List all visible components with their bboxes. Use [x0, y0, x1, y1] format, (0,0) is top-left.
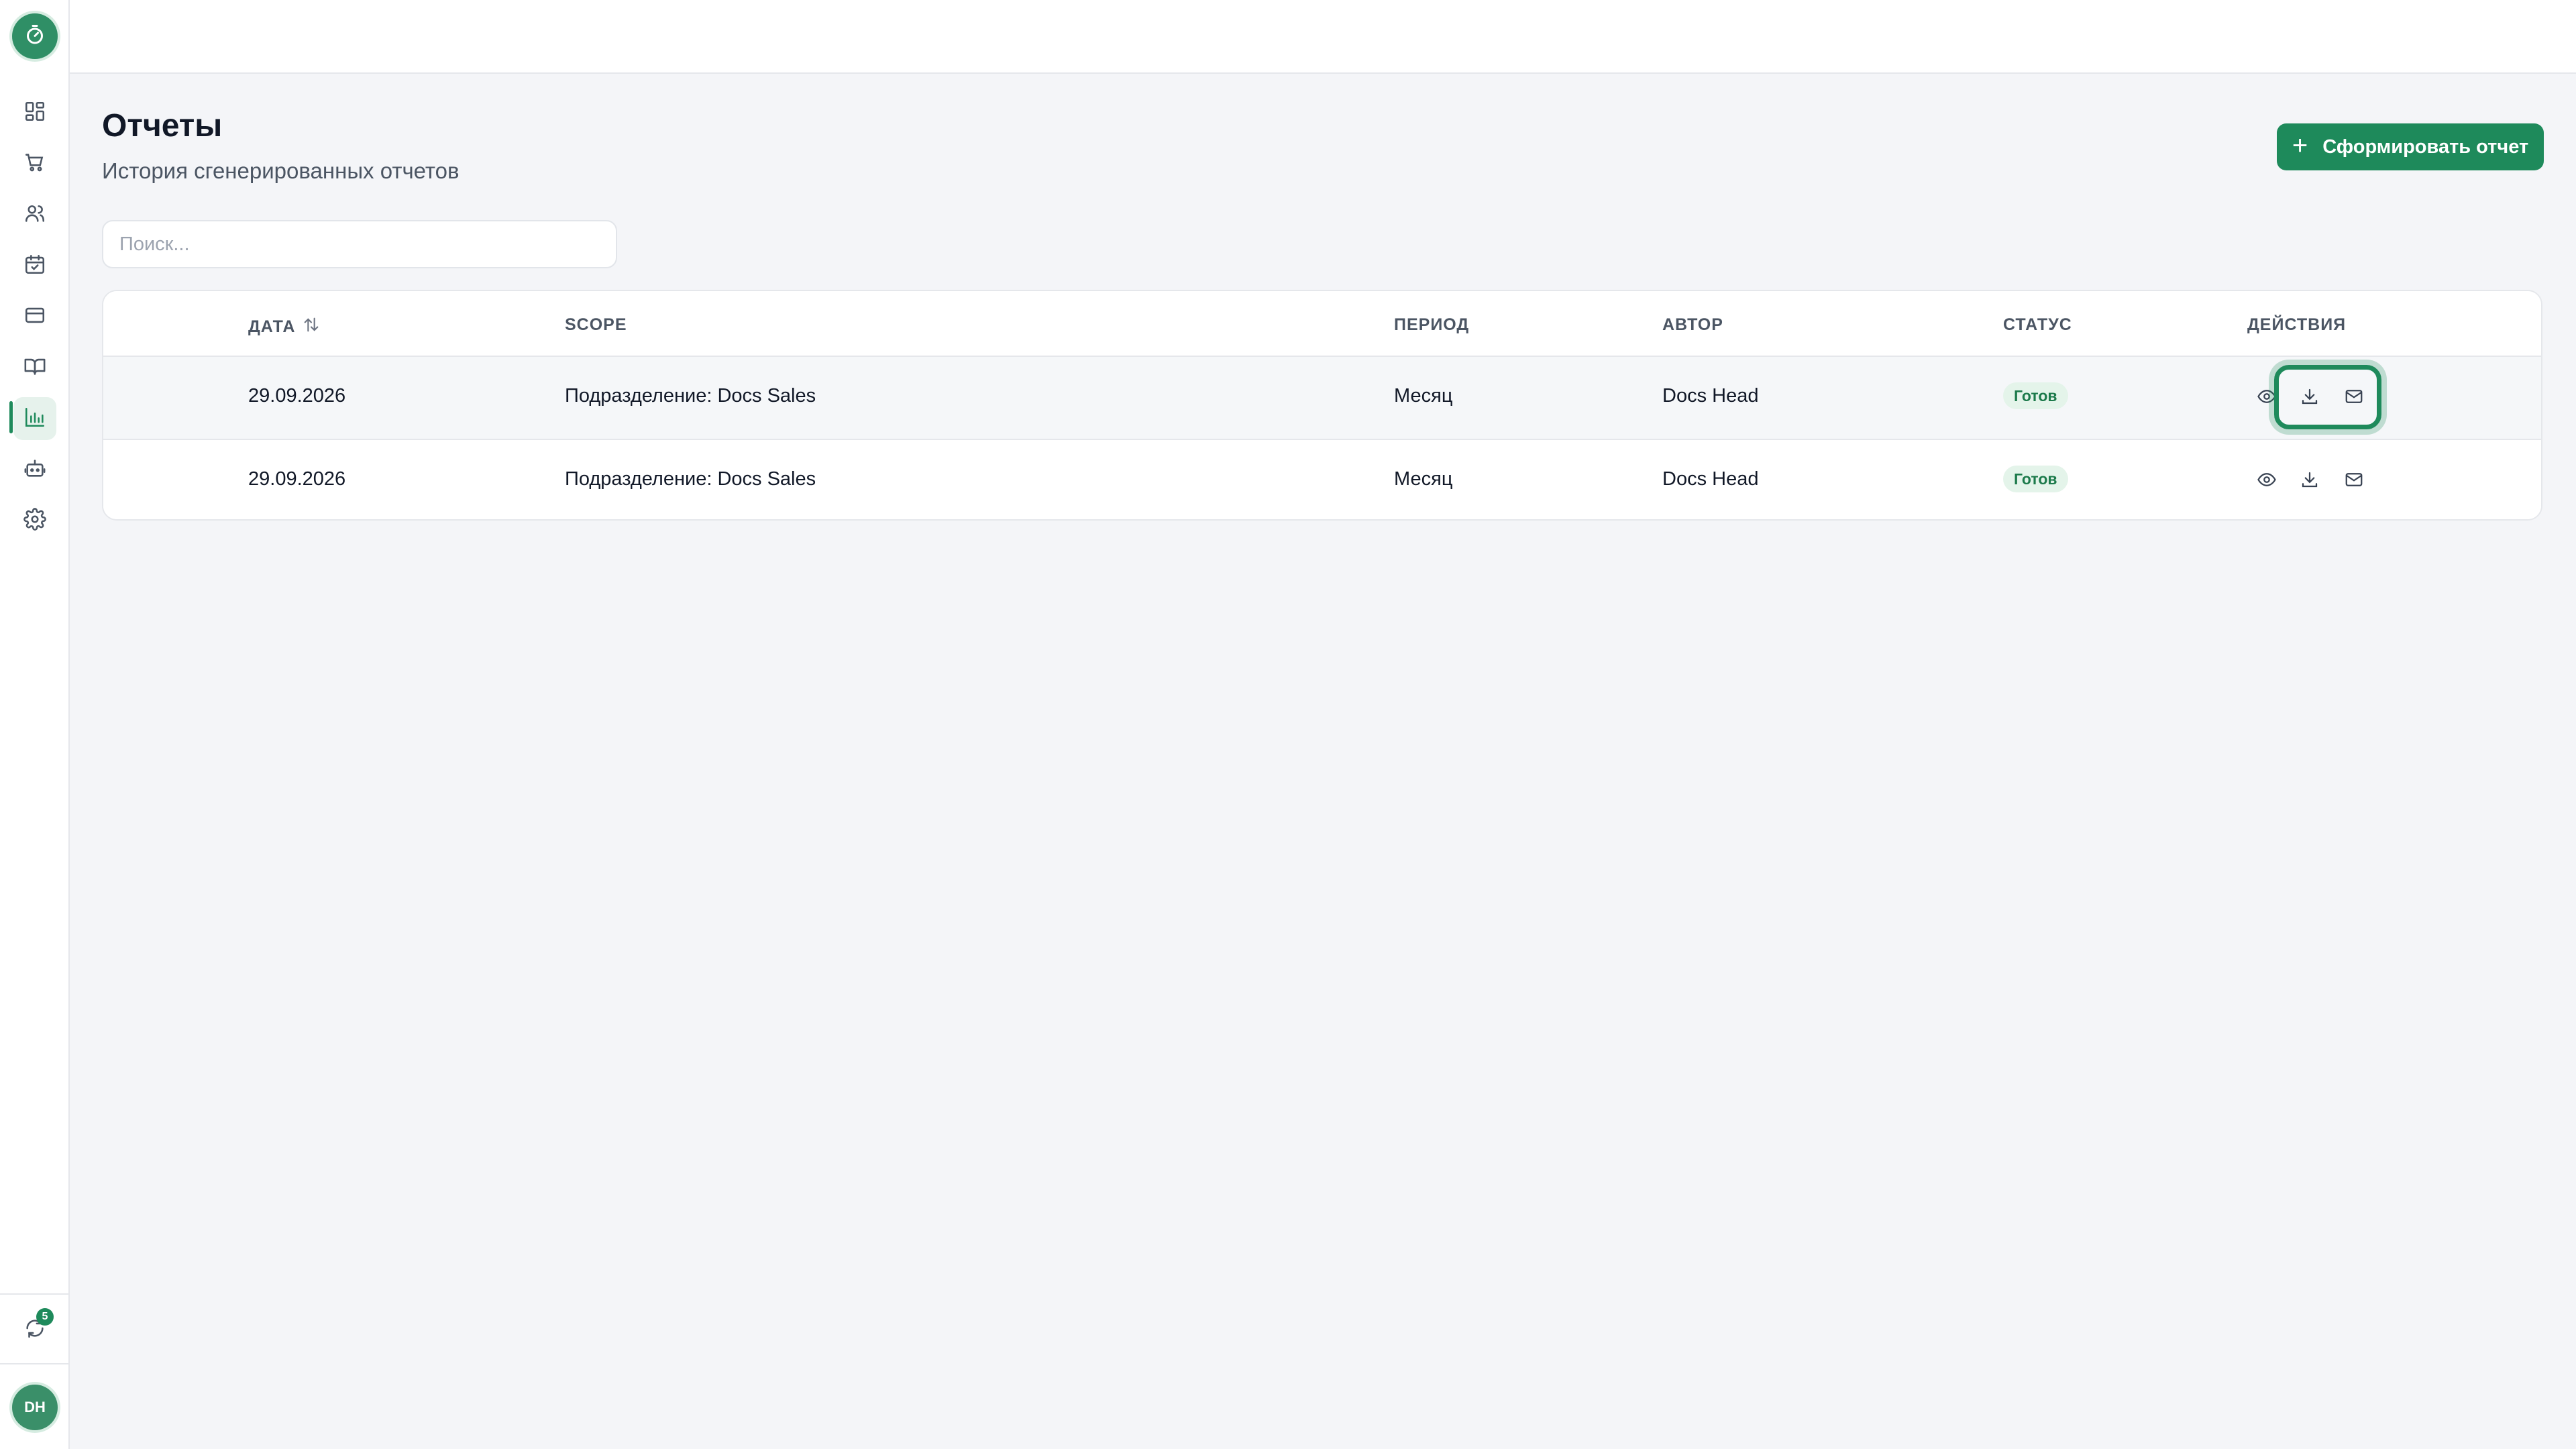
cell-period: Месяц	[1394, 385, 1453, 407]
download-icon	[2300, 386, 2320, 410]
status-badge: Готов	[2003, 382, 2068, 409]
sidebar: 5 DH	[0, 0, 70, 1449]
sidebar-divider	[0, 1293, 70, 1295]
column-header-actions: ДЕЙСТВИЯ	[2247, 315, 2347, 334]
search-input[interactable]	[102, 220, 617, 268]
table-row[interactable]: 29.09.2026 Подразделение: Docs Sales Мес…	[103, 440, 2541, 519]
column-header-author: АВТОР	[1662, 315, 1723, 334]
sidebar-item-users[interactable]	[13, 193, 56, 236]
app-logo[interactable]	[12, 13, 58, 59]
download-icon	[2300, 470, 2320, 493]
status-badge: Готов	[2003, 466, 2068, 492]
download-button[interactable]	[2294, 466, 2325, 496]
view-button[interactable]	[2251, 466, 2282, 496]
email-button[interactable]	[2339, 466, 2369, 496]
cell-scope: Подразделение: Docs Sales	[565, 468, 816, 490]
mail-icon	[2344, 386, 2364, 410]
cell-date: 29.09.2026	[248, 385, 346, 407]
sync-button[interactable]: 5	[13, 1308, 56, 1351]
cart-icon	[23, 151, 46, 177]
user-avatar[interactable]: DH	[12, 1385, 58, 1430]
bar-chart-icon	[23, 406, 46, 432]
view-button[interactable]	[2251, 382, 2282, 413]
reports-table: ДАТА SCOPE ПЕРИОД АВТОР СТАТУС ДЕЙСТВИЯ …	[102, 290, 2542, 521]
column-header-date[interactable]: ДАТА	[248, 315, 321, 339]
sidebar-item-reports[interactable]	[13, 397, 56, 440]
robot-icon	[23, 457, 46, 483]
eye-icon	[2257, 470, 2277, 493]
dashboard-icon	[23, 100, 46, 126]
page-title: Отчеты	[102, 108, 223, 144]
cell-period: Месяц	[1394, 468, 1453, 490]
book-icon	[23, 355, 46, 381]
table-header: ДАТА SCOPE ПЕРИОД АВТОР СТАТУС ДЕЙСТВИЯ	[103, 291, 2541, 357]
sidebar-divider	[0, 1363, 70, 1364]
column-header-scope: SCOPE	[565, 315, 627, 334]
gear-icon	[23, 507, 46, 534]
sidebar-item-dashboard[interactable]	[13, 91, 56, 134]
active-indicator	[9, 401, 13, 433]
table-row[interactable]: 29.09.2026 Подразделение: Docs Sales Мес…	[103, 357, 2541, 439]
sidebar-item-knowledge-base[interactable]	[13, 346, 56, 389]
top-bar	[70, 0, 2576, 74]
cell-author: Docs Head	[1662, 385, 1759, 407]
email-button[interactable]	[2339, 382, 2369, 413]
create-report-button[interactable]: + Сформировать отчет	[2277, 123, 2544, 170]
column-header-period: ПЕРИОД	[1394, 315, 1470, 334]
sidebar-item-payments[interactable]	[13, 295, 56, 338]
cell-scope: Подразделение: Docs Sales	[565, 385, 816, 407]
column-header-date-label: ДАТА	[248, 317, 296, 336]
sidebar-item-calendar[interactable]	[13, 244, 56, 287]
cell-author: Docs Head	[1662, 468, 1759, 490]
download-button[interactable]	[2294, 382, 2325, 413]
plus-icon: +	[2292, 131, 2308, 160]
card-icon	[23, 304, 46, 330]
sidebar-item-bots[interactable]	[13, 448, 56, 491]
sort-icon	[302, 315, 321, 339]
cell-date: 29.09.2026	[248, 468, 346, 490]
column-header-status: СТАТУС	[2003, 315, 2072, 334]
mail-icon	[2344, 470, 2364, 493]
calendar-icon	[23, 253, 46, 279]
page-subtitle: История сгенерированных отчетов	[102, 158, 460, 183]
eye-icon	[2257, 386, 2277, 410]
stopwatch-icon	[23, 23, 47, 50]
users-icon	[23, 202, 46, 228]
create-report-label: Сформировать отчет	[2322, 136, 2529, 158]
sidebar-item-settings[interactable]	[13, 499, 56, 542]
sidebar-item-orders[interactable]	[13, 142, 56, 185]
sync-badge: 5	[36, 1308, 54, 1326]
